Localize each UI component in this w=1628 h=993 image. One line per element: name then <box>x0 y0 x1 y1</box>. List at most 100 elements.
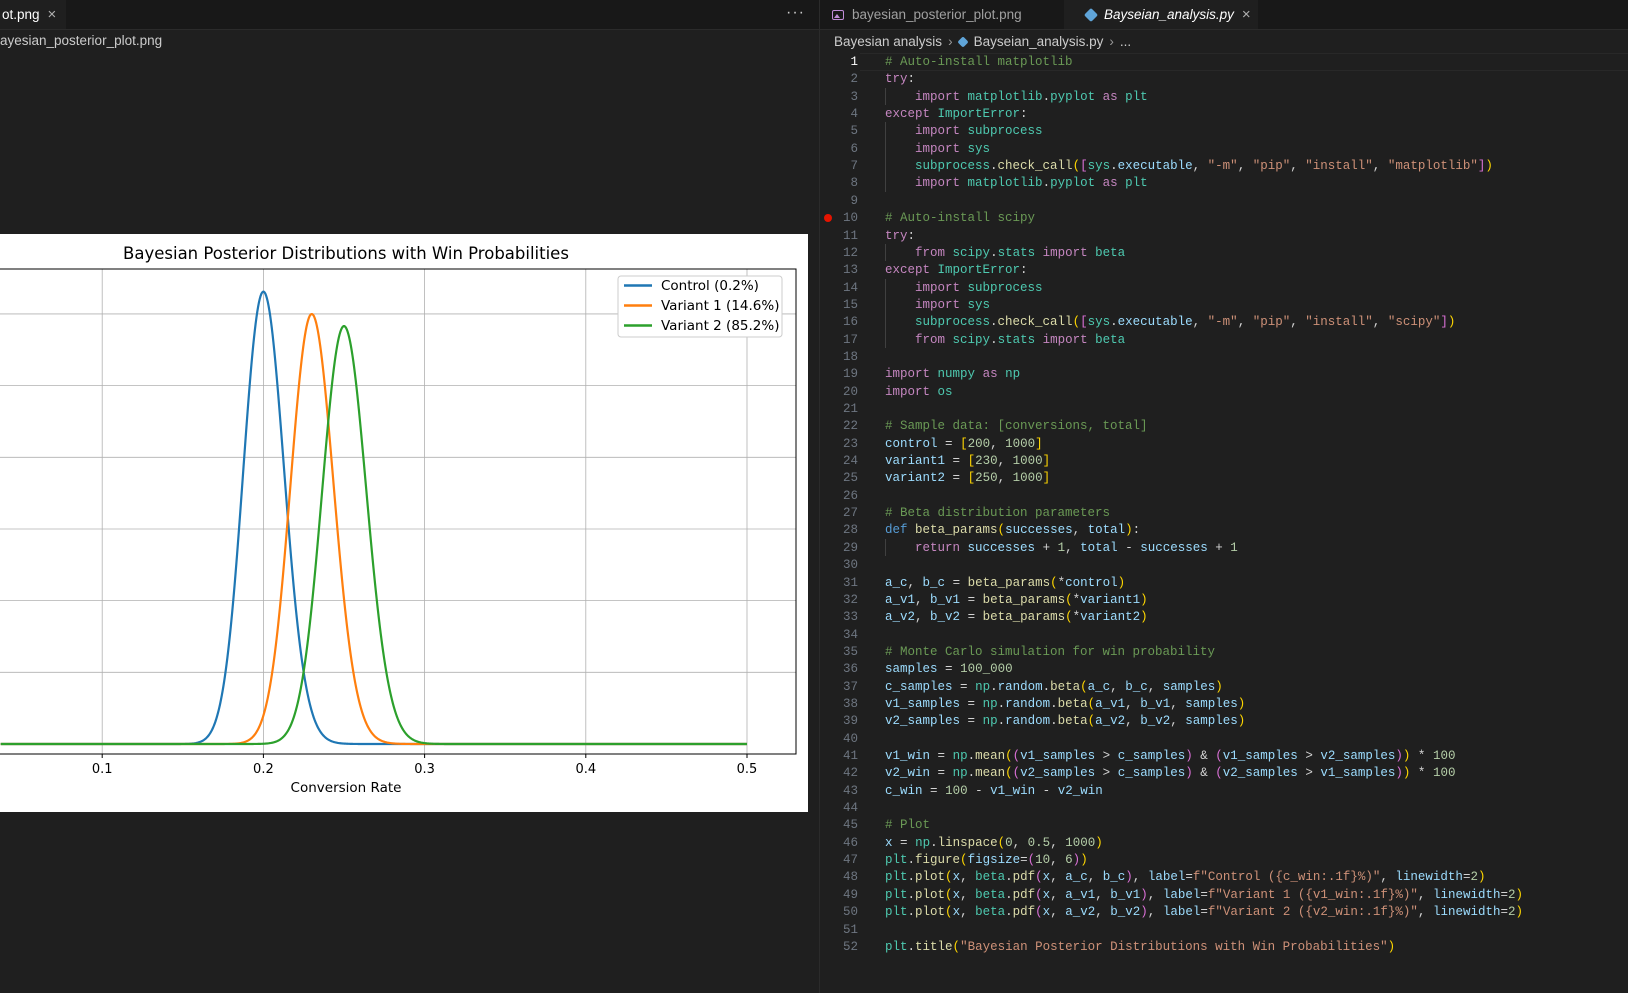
line-number: 14 <box>842 280 858 295</box>
line-number: 19 <box>842 367 858 382</box>
line-number: 4 <box>850 107 858 122</box>
code-line[interactable]: 16 subprocess.check_call([sys.executable… <box>820 313 1628 331</box>
code-line[interactable]: 6 import sys <box>820 140 1628 158</box>
code-text: def beta_params(successes, total): <box>885 523 1141 538</box>
code-line[interactable]: 5 import subprocess <box>820 122 1628 140</box>
close-icon[interactable]: × <box>1242 6 1251 23</box>
line-number: 31 <box>842 575 858 590</box>
code-text: variant2 = [250, 1000] <box>885 471 1051 486</box>
tab-plot-png[interactable]: ot.png × <box>0 0 66 29</box>
line-number: 36 <box>842 662 858 677</box>
breadcrumb-file[interactable]: Bayseian_analysis.py <box>974 34 1104 49</box>
code-editor[interactable]: 1 # Auto-install matplotlib 2 try: 3 import … <box>820 53 1628 993</box>
code-line[interactable]: 52 plt.title("Bayesian Posterior Distribu… <box>820 938 1628 956</box>
legend-entry: Variant 1 (14.6%) <box>661 298 779 314</box>
code-line[interactable]: 8 import matplotlib.pyplot as plt <box>820 174 1628 192</box>
line-number: 13 <box>842 263 858 278</box>
code-line[interactable]: 39 v2_samples = np.random.beta(a_v2, b_v2… <box>820 712 1628 730</box>
code-line[interactable]: 2 try: <box>820 70 1628 88</box>
code-text: samples = 100_000 <box>885 662 1013 677</box>
code-line[interactable]: 20 import os <box>820 383 1628 401</box>
line-number: 37 <box>842 679 858 694</box>
code-text: subprocess.check_call([sys.executable, "… <box>915 159 1493 174</box>
code-line[interactable]: 26 <box>820 487 1628 505</box>
code-line[interactable]: 15 import sys <box>820 296 1628 314</box>
code-line[interactable]: 27 # Beta distribution parameters <box>820 504 1628 522</box>
breadcrumb[interactable]: ayesian_posterior_plot.png <box>0 33 162 48</box>
code-line[interactable]: 1 # Auto-install matplotlib <box>820 53 1628 71</box>
x-tick-label: 0.1 <box>92 762 113 777</box>
code-line[interactable]: 29 return successes + 1, total - success… <box>820 539 1628 557</box>
code-line[interactable]: 21 <box>820 400 1628 418</box>
breadcrumb-more[interactable]: ... <box>1120 34 1131 49</box>
indent-guide <box>885 87 886 106</box>
code-line[interactable]: 49 plt.plot(x, beta.pdf(x, a_v1, b_v1), l… <box>820 886 1628 904</box>
code-line[interactable]: 22 # Sample data: [conversions, total] <box>820 417 1628 435</box>
code-line[interactable]: 36 samples = 100_000 <box>820 660 1628 678</box>
code-line[interactable]: 10 # Auto-install scipy <box>820 209 1628 227</box>
code-line[interactable]: 7 subprocess.check_call([sys.executable,… <box>820 157 1628 175</box>
line-number: 5 <box>850 124 858 139</box>
code-text: plt.plot(x, beta.pdf(x, a_v1, b_v1), lab… <box>885 887 1523 902</box>
code-line[interactable]: 9 <box>820 192 1628 210</box>
code-line[interactable]: 24 variant1 = [230, 1000] <box>820 452 1628 470</box>
code-text: from scipy.stats import beta <box>915 245 1126 260</box>
code-line[interactable]: 33 a_v2, b_v2 = beta_params(*variant2) <box>820 608 1628 626</box>
code-line[interactable]: 45 # Plot <box>820 816 1628 834</box>
code-line[interactable]: 17 from scipy.stats import beta <box>820 331 1628 349</box>
breadcrumb-folder[interactable]: Bayesian analysis <box>834 34 942 49</box>
code-line[interactable]: 42 v2_win = np.mean((v2_samples > c_sampl… <box>820 764 1628 782</box>
code-line[interactable]: 47 plt.figure(figsize=(10, 6)) <box>820 851 1628 869</box>
code-line[interactable]: 38 v1_samples = np.random.beta(a_v1, b_v1… <box>820 695 1628 713</box>
code-line[interactable]: 32 a_v1, b_v1 = beta_params(*variant1) <box>820 591 1628 609</box>
code-text: plt.figure(figsize=(10, 6)) <box>885 853 1088 868</box>
code-line[interactable]: 34 <box>820 626 1628 644</box>
code-line[interactable]: 12 from scipy.stats import beta <box>820 244 1628 262</box>
line-number: 48 <box>842 870 858 885</box>
code-text: v1_samples = np.random.beta(a_v1, b_v1, … <box>885 696 1246 711</box>
tab-bayesian-posterior-plot[interactable]: bayesian_posterior_plot.png <box>832 0 1064 29</box>
code-line[interactable]: 48 plt.plot(x, beta.pdf(x, a_c, b_c), lab… <box>820 868 1628 886</box>
code-line[interactable]: 28 def beta_params(successes, total): <box>820 521 1628 539</box>
code-line[interactable]: 3 import matplotlib.pyplot as plt <box>820 88 1628 106</box>
code-text: control = [200, 1000] <box>885 436 1043 451</box>
code-line[interactable]: 43 c_win = 100 - v1_win - v2_win <box>820 782 1628 800</box>
code-line[interactable]: 4 except ImportError: <box>820 105 1628 123</box>
code-text: import matplotlib.pyplot as plt <box>915 176 1148 191</box>
more-actions-icon[interactable]: ··· <box>786 4 805 22</box>
line-number: 47 <box>842 853 858 868</box>
legend-entry: Variant 2 (85.2%) <box>661 318 779 334</box>
code-line[interactable]: 37 c_samples = np.random.beta(a_c, b_c, s… <box>820 678 1628 696</box>
code-line[interactable]: 18 <box>820 348 1628 366</box>
code-line[interactable]: 31 a_c, b_c = beta_params(*control) <box>820 574 1628 592</box>
code-line[interactable]: 44 <box>820 799 1628 817</box>
code-line[interactable]: 35 # Monte Carlo simulation for win proba… <box>820 643 1628 661</box>
line-number: 52 <box>842 939 858 954</box>
code-line[interactable]: 13 except ImportError: <box>820 261 1628 279</box>
line-number: 44 <box>842 801 858 816</box>
code-line[interactable]: 25 variant2 = [250, 1000] <box>820 469 1628 487</box>
code-text: import subprocess <box>915 280 1043 295</box>
close-icon[interactable]: × <box>48 6 57 23</box>
code-line[interactable]: 46 x = np.linspace(0, 0.5, 1000) <box>820 834 1628 852</box>
line-number: 1 <box>850 55 858 69</box>
line-number: 18 <box>842 349 858 364</box>
code-line[interactable]: 14 import subprocess <box>820 279 1628 297</box>
code-line[interactable]: 41 v1_win = np.mean((v1_samples > c_sampl… <box>820 747 1628 765</box>
code-line[interactable]: 23 control = [200, 1000] <box>820 435 1628 453</box>
code-line[interactable]: 30 <box>820 556 1628 574</box>
code-line[interactable]: 19 import numpy as np <box>820 365 1628 383</box>
line-number: 51 <box>842 922 858 937</box>
code-text: import matplotlib.pyplot as plt <box>915 89 1148 104</box>
line-number: 16 <box>842 315 858 330</box>
code-line[interactable]: 51 <box>820 921 1628 939</box>
code-text: a_v1, b_v1 = beta_params(*variant1) <box>885 592 1148 607</box>
x-tick-label: 0.4 <box>575 762 596 777</box>
tab-bayseian-analysis-py[interactable]: Bayseian_analysis.py × <box>1064 0 1258 29</box>
code-editor-pane: bayesian_posterior_plot.png Bayseian_ana… <box>820 0 1628 993</box>
code-line[interactable]: 40 <box>820 730 1628 748</box>
code-text: import sys <box>915 141 991 156</box>
chevron-right-icon: › <box>1109 34 1114 49</box>
code-line[interactable]: 50 plt.plot(x, beta.pdf(x, a_v2, b_v2), l… <box>820 903 1628 921</box>
code-line[interactable]: 11 try: <box>820 227 1628 245</box>
